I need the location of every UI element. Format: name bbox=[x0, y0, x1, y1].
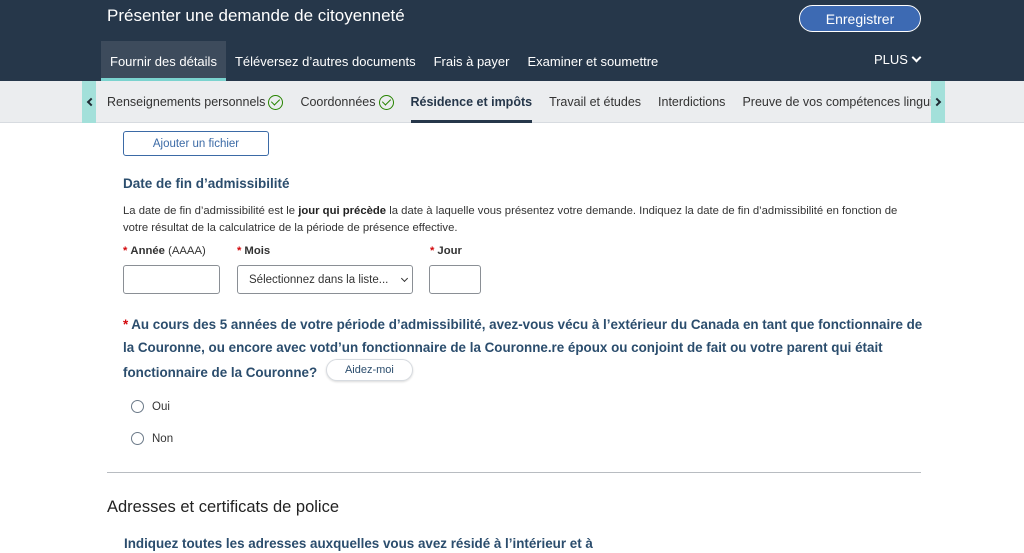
subtab-prohibitions[interactable]: Interdictions bbox=[658, 81, 742, 123]
year-label-text: Année bbox=[130, 245, 165, 257]
section-tabs-bar: Renseignements personnels Coordonnées Ré… bbox=[0, 81, 1024, 123]
radio-button[interactable] bbox=[131, 400, 144, 413]
eligibility-heading: Date de fin d’admissibilité bbox=[123, 176, 290, 191]
subtab-label: Renseignements personnels bbox=[107, 95, 266, 109]
tab-fees[interactable]: Frais à payer bbox=[425, 41, 519, 81]
page-title: Présenter une demande de citoyenneté bbox=[107, 6, 405, 25]
day-input[interactable] bbox=[429, 265, 481, 294]
chevron-right-icon bbox=[932, 97, 941, 107]
more-menu-label: PLUS bbox=[874, 51, 908, 67]
crown-servant-question: * Au cours des 5 années de votre période … bbox=[123, 314, 923, 384]
addresses-section-title: Adresses et certificats de police bbox=[107, 498, 340, 516]
month-label-text: Mois bbox=[244, 245, 271, 257]
chevron-left-icon bbox=[86, 97, 95, 107]
eligibility-description: La date de fin d’admissibilité est le jo… bbox=[123, 203, 913, 236]
tab-upload-documents[interactable]: Téléversez d’autres documents bbox=[226, 41, 425, 81]
eligibility-text-start: La date de fin d’admissibilité est le bbox=[123, 205, 299, 217]
more-menu[interactable]: PLUS bbox=[874, 41, 922, 77]
subtab-work-studies[interactable]: Travail et études bbox=[549, 81, 658, 123]
tab-provide-details[interactable]: Fournir des détails bbox=[101, 41, 226, 81]
scroll-right-button[interactable] bbox=[931, 81, 945, 123]
chevron-down-icon bbox=[400, 274, 409, 283]
subtab-label: Preuve de vos compétences linguistiques bbox=[742, 95, 931, 109]
month-select-value: Sélectionnez dans la liste... bbox=[249, 273, 389, 286]
required-mark: * bbox=[123, 245, 128, 257]
subtab-label: Interdictions bbox=[658, 95, 726, 109]
radio-option-no[interactable]: Non bbox=[131, 432, 173, 445]
check-circle-icon bbox=[268, 94, 284, 110]
radio-option-yes[interactable]: Oui bbox=[131, 400, 170, 413]
year-hint: (AAAA) bbox=[168, 245, 206, 257]
question-text: Au cours des 5 années de votre période d… bbox=[123, 317, 923, 380]
addresses-section-subtitle: Indiquez toutes les adresses auxquelles … bbox=[124, 536, 593, 551]
subtab-language-proof[interactable]: Preuve de vos compétences linguistiques bbox=[742, 81, 931, 123]
section-tabs-viewport: Renseignements personnels Coordonnées Ré… bbox=[96, 81, 931, 123]
subtab-contact-info[interactable]: Coordonnées bbox=[300, 81, 410, 123]
app-header: Présenter une demande de citoyenneté Enr… bbox=[0, 0, 1024, 81]
subtab-residence-taxes[interactable]: Résidence et impôts bbox=[410, 81, 550, 123]
required-mark: * bbox=[237, 245, 242, 257]
year-input[interactable] bbox=[123, 265, 220, 294]
check-circle-icon bbox=[378, 94, 394, 110]
section-divider bbox=[107, 472, 921, 473]
subtab-label: Coordonnées bbox=[300, 95, 376, 109]
radio-label-yes: Oui bbox=[152, 400, 170, 413]
main-tabs: Fournir des détails Téléversez d’autres … bbox=[101, 41, 667, 81]
eligibility-text-bold: jour qui précède bbox=[298, 205, 387, 217]
month-label: * Mois bbox=[237, 245, 270, 257]
year-label: * Année (AAAA) bbox=[123, 245, 206, 257]
month-select[interactable]: Sélectionnez dans la liste... bbox=[237, 265, 413, 294]
required-mark: * bbox=[123, 317, 129, 332]
chevron-down-icon bbox=[911, 52, 922, 62]
subtab-label: Résidence et impôts bbox=[410, 95, 533, 109]
subtab-label: Travail et études bbox=[549, 95, 642, 109]
add-file-button[interactable]: Ajouter un fichier bbox=[123, 131, 269, 156]
help-button[interactable]: Aidez-moi bbox=[325, 359, 413, 381]
radio-button[interactable] bbox=[131, 432, 144, 445]
radio-label-no: Non bbox=[152, 432, 174, 445]
day-label-text: Jour bbox=[437, 245, 462, 257]
tab-review-submit[interactable]: Examiner et soumettre bbox=[518, 41, 667, 81]
subtab-personal-info[interactable]: Renseignements personnels bbox=[107, 81, 300, 123]
save-button[interactable]: Enregistrer bbox=[799, 5, 921, 32]
scroll-left-button[interactable] bbox=[82, 81, 96, 123]
required-mark: * bbox=[430, 245, 435, 257]
day-label: * Jour bbox=[430, 245, 462, 257]
